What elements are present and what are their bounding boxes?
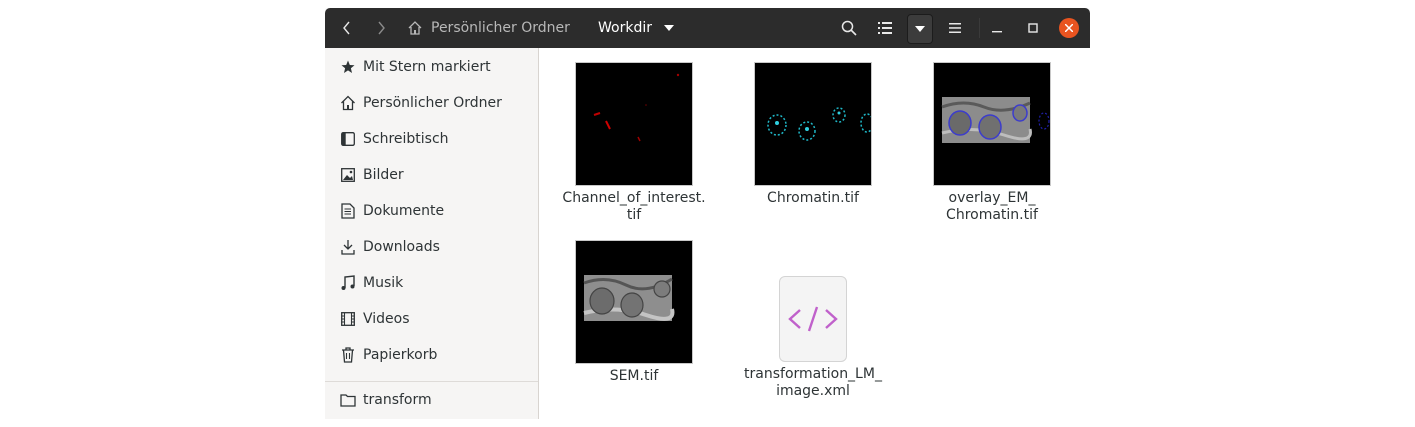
star-icon <box>340 59 356 75</box>
minimize-icon <box>992 31 1002 33</box>
file-manager-window: Persönlicher Ordner Workdir Mit Stern ma… <box>325 8 1090 419</box>
breadcrumb-current-label: Workdir <box>598 20 652 36</box>
xml-file-icon <box>779 276 847 362</box>
forward-icon <box>378 21 385 35</box>
file-grid: Channel_of_interest. tif Chromatin.tif o… <box>539 48 1090 419</box>
home-icon <box>408 21 422 35</box>
sidebar: Mit Stern markiert Persönlicher Ordner S… <box>325 48 539 419</box>
trash-icon <box>340 347 356 363</box>
file-thumbnail <box>575 62 693 186</box>
sidebar-item-label: Papierkorb <box>363 347 438 363</box>
search-button[interactable] <box>835 14 863 42</box>
list-view-button[interactable] <box>871 14 899 42</box>
file-item[interactable]: Chromatin.tif <box>733 62 893 207</box>
hamburger-icon <box>949 23 961 33</box>
maximize-button[interactable] <box>1021 14 1045 42</box>
file-item[interactable]: transformation_LM_ image.xml <box>733 240 893 400</box>
sidebar-item-home[interactable]: Persönlicher Ordner <box>325 85 538 121</box>
sidebar-item-trash[interactable]: Papierkorb <box>325 337 538 373</box>
maximize-icon <box>1028 23 1038 33</box>
file-thumbnail <box>575 240 693 364</box>
list-view-icon <box>878 22 892 34</box>
pictures-icon <box>340 167 356 183</box>
close-button[interactable] <box>1059 18 1079 38</box>
file-name: transformation_LM_ image.xml <box>744 366 882 399</box>
sidebar-item-documents[interactable]: Dokumente <box>325 193 538 229</box>
sidebar-item-label: Videos <box>363 311 410 327</box>
image-thumbnail <box>941 97 1050 143</box>
sidebar-item-starred[interactable]: Mit Stern markiert <box>325 49 538 85</box>
breadcrumb-home[interactable]: Persönlicher Ordner <box>407 14 570 42</box>
file-thumbnail <box>933 62 1051 186</box>
sidebar-item-label: Persönlicher Ordner <box>363 95 502 111</box>
sidebar-item-label: Downloads <box>363 239 440 255</box>
sidebar-item-music[interactable]: Musik <box>325 265 538 301</box>
back-button[interactable] <box>333 14 361 42</box>
sidebar-item-label: Mit Stern markiert <box>363 59 491 75</box>
breadcrumb-home-label: Persönlicher Ordner <box>431 20 570 36</box>
file-name: Chromatin.tif <box>767 190 859 206</box>
sidebar-item-transform[interactable]: transform <box>325 382 538 418</box>
sidebar-item-label: transform <box>363 392 432 408</box>
headerbar-separator <box>979 18 980 38</box>
file-name: SEM.tif <box>609 368 659 384</box>
close-icon <box>1065 24 1073 32</box>
file-name: Channel_of_interest. tif <box>562 190 706 223</box>
file-item[interactable]: SEM.tif <box>554 240 714 385</box>
documents-icon <box>340 203 356 219</box>
chevron-down-icon <box>663 25 674 31</box>
view-options-button[interactable] <box>907 14 933 44</box>
file-item[interactable]: Channel_of_interest. tif <box>554 62 714 224</box>
menu-button[interactable] <box>941 14 969 42</box>
sidebar-item-label: Dokumente <box>363 203 445 219</box>
sidebar-item-label: Musik <box>363 275 404 291</box>
video-icon <box>340 311 356 327</box>
download-icon <box>340 239 356 255</box>
sidebar-item-desktop[interactable]: Schreibtisch <box>325 121 538 157</box>
image-thumbnail <box>583 275 675 321</box>
music-icon <box>340 275 356 291</box>
code-icon <box>788 306 838 332</box>
minimize-button[interactable] <box>985 14 1009 42</box>
file-item[interactable]: overlay_EM_ Chromatin.tif <box>912 62 1072 224</box>
sidebar-item-pictures[interactable]: Bilder <box>325 157 538 193</box>
sidebar-item-label: Schreibtisch <box>363 131 449 147</box>
desktop-icon <box>340 131 356 147</box>
image-thumbnail <box>593 73 680 142</box>
search-icon <box>841 20 857 36</box>
folder-icon <box>340 392 356 408</box>
image-thumbnail <box>767 107 871 141</box>
back-icon <box>343 21 350 35</box>
breadcrumb-current[interactable]: Workdir <box>598 14 674 42</box>
sidebar-item-downloads[interactable]: Downloads <box>325 229 538 265</box>
forward-button[interactable] <box>367 14 395 42</box>
chevron-down-icon <box>915 26 925 32</box>
home-icon <box>340 95 356 111</box>
headerbar: Persönlicher Ordner Workdir <box>325 8 1090 48</box>
file-thumbnail <box>754 62 872 186</box>
sidebar-item-label: Bilder <box>363 167 404 183</box>
file-name: overlay_EM_ Chromatin.tif <box>946 190 1038 223</box>
sidebar-item-videos[interactable]: Videos <box>325 301 538 337</box>
